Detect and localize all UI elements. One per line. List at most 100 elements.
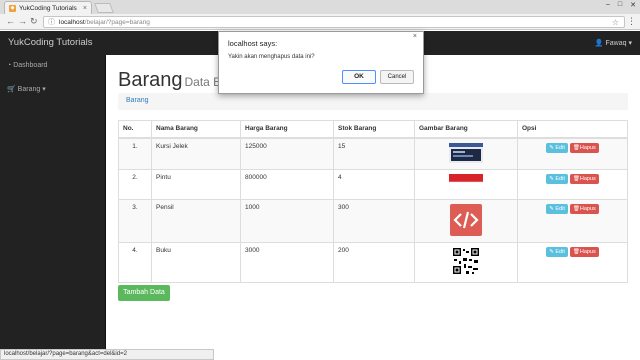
breadcrumb: Barang — [118, 93, 628, 110]
new-tab-button[interactable] — [94, 3, 114, 13]
cell-stok: 4 — [333, 168, 415, 200]
window-close-icon[interactable]: ✕ — [630, 1, 636, 9]
dialog-ok-button[interactable]: OK — [342, 70, 376, 84]
screenshot-thumbnail — [449, 142, 483, 163]
address-bar[interactable]: ⓘ localhost /belajar/?page=barang ☆ — [43, 16, 625, 28]
add-data-button[interactable]: Tambah Data — [118, 285, 170, 301]
sidebar-item-label: Barang — [17, 86, 41, 93]
col-header-gambar: Gambar Barang — [414, 120, 518, 139]
red-white-flag-image — [449, 173, 483, 190]
edit-label: Edit — [555, 175, 565, 182]
confirm-dialog: localhost says: × Yakin akan menghapus d… — [218, 31, 424, 94]
col-header-stok: Stok Barang — [333, 120, 415, 139]
edit-button[interactable]: ✎ Edit — [546, 203, 568, 214]
main-content: Barang Data Ba Barang No. Nama Barang Har… — [106, 55, 640, 360]
status-bar-url: localhost/belajar/?page=barang&act=del&i… — [0, 349, 214, 360]
cell-harga: 3000 — [240, 241, 334, 283]
dialog-cancel-button[interactable]: Cancel — [380, 70, 414, 84]
cell-gambar — [414, 198, 518, 243]
trash-icon: 🗑 — [572, 175, 580, 182]
browser-menu-icon[interactable]: ⋮ — [627, 16, 636, 27]
cell-harga: 1000 — [240, 198, 334, 243]
col-header-opsi: Opsi — [517, 120, 628, 139]
maximize-icon[interactable]: □ — [618, 1, 622, 9]
browser-tabstrip: ◆ YukCoding Tutorials × – □ ✕ — [0, 0, 640, 14]
favicon-icon: ◆ — [9, 4, 16, 12]
cart-icon: 🛒 — [7, 86, 16, 93]
delete-label: Hapus — [579, 175, 596, 182]
browser-tab[interactable]: ◆ YukCoding Tutorials × — [4, 1, 92, 14]
qr-code-image — [452, 246, 480, 275]
back-icon[interactable]: ← — [6, 16, 15, 26]
url-host: localhost — [59, 18, 85, 26]
cell-no: 1. — [118, 137, 152, 170]
breadcrumb-item[interactable]: Barang — [126, 97, 149, 104]
browser-toolbar: ← → ↻ ⓘ localhost /belajar/?page=barang … — [0, 14, 640, 30]
caret-down-icon: ▾ — [628, 40, 632, 47]
tab-close-icon[interactable]: × — [83, 5, 87, 12]
forward-icon[interactable]: → — [18, 16, 27, 26]
edit-icon: ✎ — [549, 248, 554, 255]
table-header-row: No. Nama Barang Harga Barang Stok Barang… — [118, 120, 628, 139]
cell-nama: Pensil — [151, 198, 241, 243]
cell-gambar — [414, 137, 518, 170]
code-icon-image — [450, 203, 482, 236]
tab-title: YukCoding Tutorials — [19, 4, 77, 12]
brand-link[interactable]: YukCoding Tutorials — [8, 37, 93, 48]
window-controls: – □ ✕ — [606, 1, 636, 9]
cell-stok: 15 — [333, 137, 415, 170]
bookmark-star-icon[interactable]: ☆ — [612, 18, 619, 27]
table-row: 2. Pintu 800000 4 ✎ Edit 🗑Hapus — [118, 168, 628, 200]
edit-label: Edit — [555, 144, 565, 151]
cell-stok: 300 — [333, 198, 415, 243]
caret-down-icon: ▾ — [42, 86, 46, 93]
trash-icon: 🗑 — [572, 248, 580, 255]
cell-gambar — [414, 241, 518, 283]
edit-icon: ✎ — [549, 144, 554, 151]
page-title: Barang — [118, 69, 183, 91]
cell-no: 3. — [118, 198, 152, 243]
cell-opsi: ✎ Edit 🗑Hapus — [517, 241, 628, 283]
cell-gambar — [414, 168, 518, 200]
trash-icon: 🗑 — [572, 205, 580, 212]
cell-no: 2. — [118, 168, 152, 200]
dialog-message: Yakin akan menghapus data ini? — [228, 54, 315, 60]
col-header-nama: Nama Barang — [151, 120, 241, 139]
edit-label: Edit — [555, 205, 565, 212]
edit-icon: ✎ — [549, 205, 554, 212]
delete-label: Hapus — [579, 248, 596, 255]
cell-nama: Buku — [151, 241, 241, 283]
table-row: 1. Kursi Jelek 125000 15 ✎ Edit 🗑Hapus — [118, 137, 628, 170]
cell-stok: 200 — [333, 241, 415, 283]
sidebar-item-label: Dashboard — [13, 62, 48, 69]
col-header-harga: Harga Barang — [240, 120, 334, 139]
cell-harga: 125000 — [240, 137, 334, 170]
edit-button[interactable]: ✎ Edit — [546, 246, 568, 257]
edit-button[interactable]: ✎ Edit — [546, 173, 568, 184]
cell-opsi: ✎ Edit 🗑Hapus — [517, 168, 628, 200]
table-row: 3. Pensil 1000 300 ✎ Edit 🗑Hapus — [118, 198, 628, 243]
delete-button[interactable]: 🗑Hapus — [569, 203, 599, 214]
delete-button[interactable]: 🗑Hapus — [569, 173, 599, 184]
cell-opsi: ✎ Edit 🗑Hapus — [517, 198, 628, 243]
delete-label: Hapus — [579, 205, 596, 212]
cell-harga: 800000 — [240, 168, 334, 200]
barang-table: No. Nama Barang Harga Barang Stok Barang… — [118, 120, 628, 283]
user-menu[interactable]: 👤 Fawaq ▾ — [595, 39, 632, 47]
cell-opsi: ✎ Edit 🗑Hapus — [517, 137, 628, 170]
url-path: /belajar/?page=barang — [84, 18, 150, 26]
cell-nama: Pintu — [151, 168, 241, 200]
delete-button[interactable]: 🗑Hapus — [569, 246, 599, 257]
delete-button[interactable]: 🗑Hapus — [569, 142, 599, 153]
sidebar-item-dashboard[interactable]: ◔ Dashboard — [7, 62, 47, 69]
minimize-icon[interactable]: – — [606, 1, 610, 9]
sidebar: ◔ Dashboard 🛒 Barang ▾ — [0, 55, 106, 360]
reload-icon[interactable]: ↻ — [30, 16, 38, 27]
edit-button[interactable]: ✎ Edit — [546, 142, 568, 153]
page-info-icon[interactable]: ⓘ — [48, 17, 55, 27]
sidebar-item-barang[interactable]: 🛒 Barang ▾ — [7, 85, 46, 93]
trash-icon: 🗑 — [572, 144, 580, 151]
user-name: Fawaq — [605, 40, 627, 47]
user-icon: 👤 — [594, 40, 604, 47]
dialog-close-icon[interactable]: × — [413, 33, 417, 40]
